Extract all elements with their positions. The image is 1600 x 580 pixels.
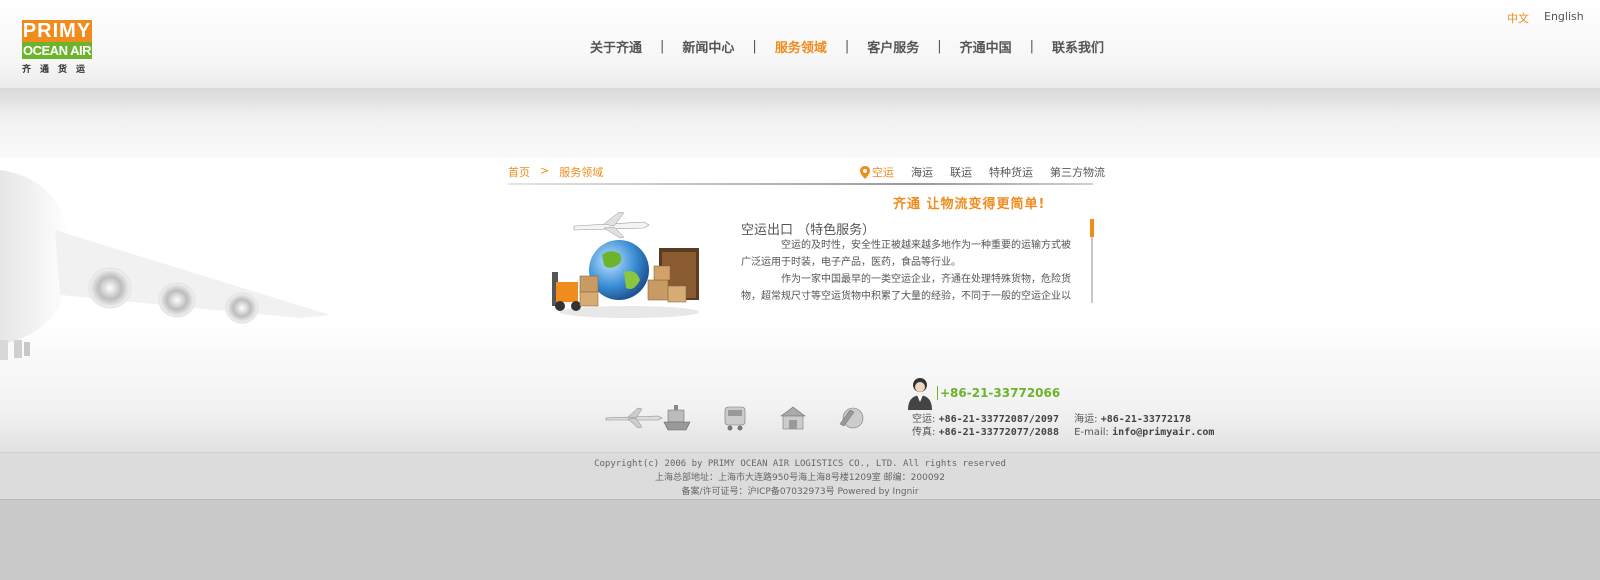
location-pin-icon [860,165,870,179]
nav-china[interactable]: 齐通中国 [960,37,1012,56]
service-subnav: 空运 海运 联运 特种货运 第三方物流 [860,164,1105,180]
copyright: Copyright(c) 2006 by PRIMY OCEAN AIR LOG… [594,459,1006,469]
content-paragraph: 作为一家中国最早的一类空运企业，齐通在处理特殊货物，危险货物，超常规尺寸等空运货… [741,274,1071,302]
email-label: E-mail: [1074,427,1109,438]
logo-ocean-air: OCEAN AIR [22,42,92,59]
breadcrumb-home[interactable]: 首页 [508,164,530,180]
content-paragraph: 空运的及时性，安全性正被越来越多地作为一种重要的运输方式被广泛运用于时装，电子产… [741,240,1071,268]
email-link[interactable]: info@primyair.com [1112,427,1214,438]
subnav-special-cargo[interactable]: 特种货运 [989,164,1033,180]
nav-separator: | [937,38,942,54]
nav-news[interactable]: 新闻中心 [682,37,734,56]
train-icon[interactable] [720,404,756,432]
footer-text: Copyright(c) 2006 by PRIMY OCEAN AIR LOG… [0,457,1600,499]
nav-customer-service[interactable]: 客户服务 [867,37,919,56]
lang-chinese-link[interactable]: 中文 [1507,10,1529,26]
air-phone: +86-21-33772087/2097 [938,414,1059,425]
nav-separator: | [1029,38,1035,54]
nav-about[interactable]: 关于齐通 [590,37,642,56]
logo-cn-text: 齐通货运 [22,65,95,75]
content-divider [508,183,1093,185]
content-body[interactable]: 空运的及时性，安全性正被越来越多地作为一种重要的运输方式被广泛运用于时装，电子产… [741,237,1076,303]
content-title: 空运出口 （特色服务） [741,223,876,238]
nav-separator: | [752,38,757,54]
lang-english-link[interactable]: English [1544,10,1584,23]
header-shadow [0,88,1600,158]
subnav-sea[interactable]: 海运 [911,164,933,180]
hotline-number: +86-21-33772066 [937,386,1060,400]
breadcrumb-current[interactable]: 服务领域 [559,164,603,180]
content-scrollbar-thumb[interactable] [1090,219,1094,237]
icp-license[interactable]: 备案/许可证号：沪ICP备07032973号 Powered by Ingnir [0,485,1600,499]
subnav-air[interactable]: 空运 [860,164,894,180]
subnav-air-label: 空运 [872,166,894,179]
warehouse-icon[interactable] [778,404,814,432]
fax-number: +86-21-33772077/2088 [938,427,1059,438]
subnav-3pl[interactable]: 第三方物流 [1050,164,1105,180]
customer-service-agent-icon [908,378,932,410]
logistics-illustration [552,211,699,318]
airplane-illustration [0,170,330,360]
address: 上海总部地址：上海市大连路950号海上海8号楼1209室 邮编：200092 [654,473,946,483]
main-nav: 关于齐通 | 新闻中心 | 服务领域 | 客户服务 | 齐通中国 | 联系我们 [590,36,1104,56]
ship-icon[interactable] [662,404,698,432]
sea-phone: +86-21-33772178 [1100,414,1192,425]
slogan: 齐通 让物流变得更简单! [893,197,1046,212]
nav-separator: | [844,38,850,54]
nav-contact[interactable]: 联系我们 [1052,37,1104,56]
nav-separator: | [660,38,665,54]
logo-primy: PRIMY [22,20,92,42]
logo[interactable]: PRIMY OCEAN AIR 齐通货运 [22,20,94,76]
breadcrumb: 首页 > 服务领域 [508,164,603,180]
globe-icon[interactable] [836,404,872,432]
contact-info: 空运: +86-21-33772087/2097 海运: +86-21-3377… [912,413,1214,439]
nav-services[interactable]: 服务领域 [775,37,827,56]
sea-label: 海运: [1074,414,1098,425]
breadcrumb-separator: > [540,164,550,177]
service-icons [604,404,872,432]
fax-label: 传真: [912,427,936,438]
airplane-icon[interactable] [604,404,663,432]
subnav-multimodal[interactable]: 联运 [950,164,972,180]
air-label: 空运: [912,414,936,425]
